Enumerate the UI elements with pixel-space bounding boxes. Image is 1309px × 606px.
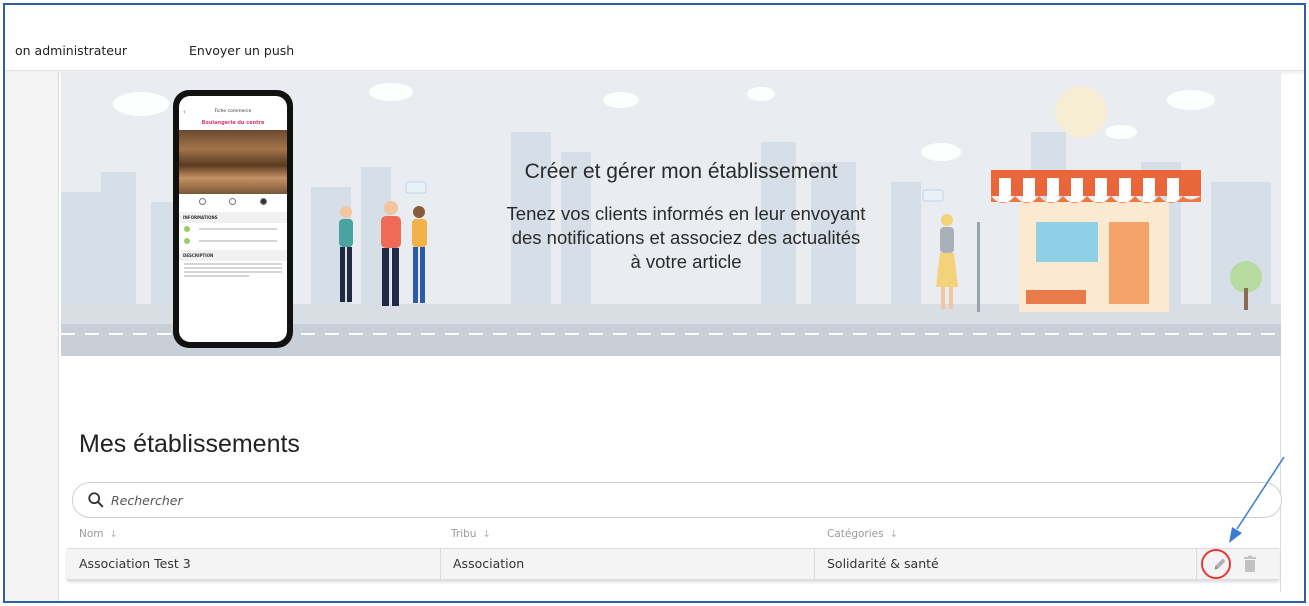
section-title: Mes établissements <box>79 430 300 458</box>
phone-desc-line <box>184 267 282 269</box>
column-header-categories[interactable]: Catégories ↓ <box>827 528 898 540</box>
phone-info-row <box>179 223 287 235</box>
hero-banner: ‹ Fiche commerce Boulangerie du centre I… <box>61 72 1281 356</box>
banner-subtitle: Tenez vos clients informés en leur envoy… <box>456 202 916 274</box>
phone-section-description: DESCRIPTION <box>179 250 287 261</box>
nav-item-administrateur[interactable]: on administrateur <box>15 43 127 58</box>
cell-tribu: Association <box>441 549 815 579</box>
search-icon <box>88 492 104 508</box>
phone-screen: ‹ Fiche commerce Boulangerie du centre I… <box>179 96 287 342</box>
phone-desc-line <box>184 275 249 277</box>
location-icon <box>184 226 190 232</box>
phone-action-icon <box>229 198 237 205</box>
left-sidebar-gutter <box>5 72 59 601</box>
row-actions <box>1197 549 1279 579</box>
phone-desc-line <box>184 271 282 273</box>
cell-categories: Solidarité & santé <box>815 549 1197 579</box>
phone-mockup: ‹ Fiche commerce Boulangerie du centre I… <box>173 90 293 348</box>
phone-info-line <box>199 240 277 242</box>
column-header-label: Tribu <box>451 528 477 540</box>
sort-arrow-icon: ↓ <box>482 529 491 540</box>
banner-subtitle-line: à votre article <box>630 251 742 272</box>
phone-shop-name: Boulangerie du centre <box>201 120 265 126</box>
column-header-label: Catégories <box>827 528 884 540</box>
banner-subtitle-line: des notifications et associez des actual… <box>511 227 861 248</box>
phone-action-icon <box>198 198 206 205</box>
phone-info-line <box>199 228 277 230</box>
search-input[interactable] <box>111 490 1011 510</box>
top-navigation: on administrateur Envoyer un push <box>5 31 1304 71</box>
sort-arrow-icon: ↓ <box>109 529 118 540</box>
column-header-nom[interactable]: Nom ↓ <box>79 528 118 540</box>
phone-icon <box>184 238 190 244</box>
sort-arrow-icon: ↓ <box>889 529 898 540</box>
screenshot-frame: on administrateur Envoyer un push ‹ Fich… <box>3 3 1306 603</box>
pencil-icon[interactable] <box>1211 555 1229 573</box>
phone-action-icons <box>179 194 287 209</box>
main-content: ‹ Fiche commerce Boulangerie du centre I… <box>61 72 1282 592</box>
column-header-label: Nom <box>79 528 104 540</box>
phone-info-row <box>179 235 287 247</box>
phone-desc-line <box>184 263 282 265</box>
banner-title: Créer et gérer mon établissement <box>524 160 838 183</box>
search-bar[interactable] <box>72 482 1282 518</box>
phone-section-info: INFORMATIONS <box>179 212 287 223</box>
column-header-tribu[interactable]: Tribu ↓ <box>451 528 491 540</box>
banner-subtitle-line: Tenez vos clients informés en leur envoy… <box>506 203 866 224</box>
back-icon: ‹ <box>183 108 186 116</box>
table-row[interactable]: Association Test 3 Association Solidarit… <box>67 548 1279 580</box>
phone-header: Fiche commerce <box>214 109 252 114</box>
cell-nom: Association Test 3 <box>67 549 441 579</box>
trash-icon[interactable] <box>1243 555 1257 573</box>
phone-shop-photo <box>179 130 287 194</box>
nav-item-envoyer-push[interactable]: Envoyer un push <box>189 43 294 58</box>
phone-action-icon <box>260 198 268 205</box>
